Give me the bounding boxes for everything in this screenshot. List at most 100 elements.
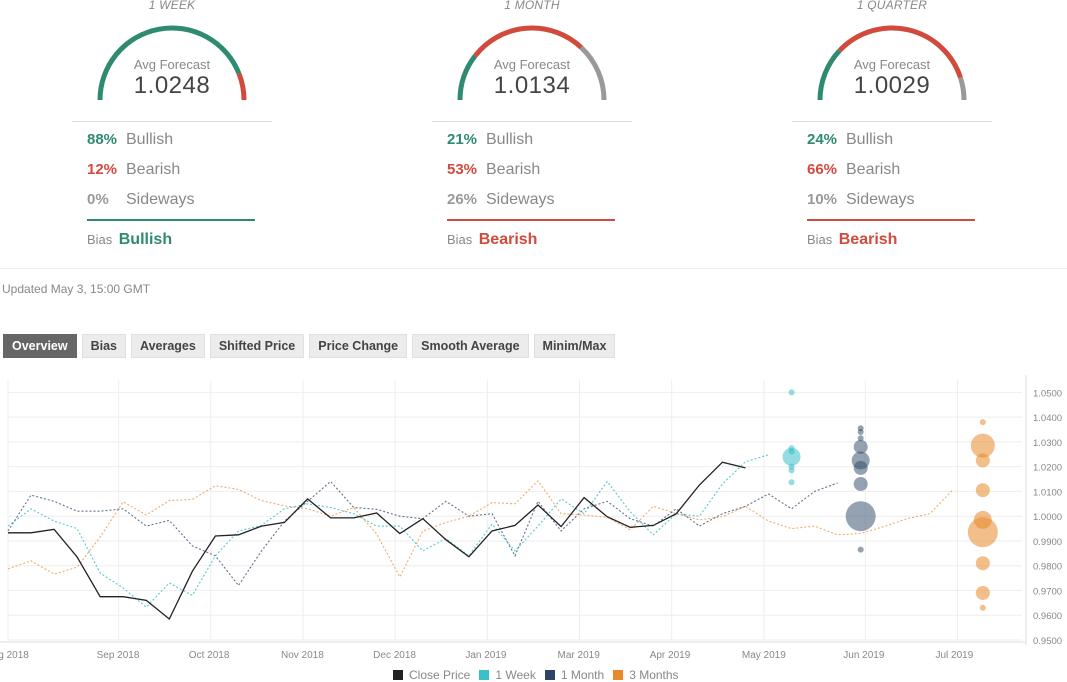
legend-label: 1 Month (560, 668, 605, 682)
forecast-bubble[interactable] (788, 479, 795, 486)
tab-smooth-average[interactable]: Smooth Average (412, 334, 529, 358)
x-tick-label: Jul 2019 (935, 650, 973, 661)
legend-label: 3 Months (629, 668, 679, 682)
x-tick-label: Aug 2018 (0, 650, 29, 661)
bias-value: Bearish (478, 231, 538, 248)
legend-item-3-months[interactable]: 3 Months (613, 668, 679, 682)
bias-indicator: Bias Bearish (807, 231, 897, 249)
forecast-bubble[interactable] (853, 477, 868, 491)
forecast-bubble[interactable] (975, 585, 990, 600)
bubbles-3-months (967, 419, 998, 611)
bullish-stat: 21% Bullish (447, 131, 533, 151)
bias-value: Bullish (118, 231, 173, 248)
legend-item-1-month[interactable]: 1 Month (544, 668, 605, 682)
bullish-pct: 88% (87, 131, 118, 148)
bearish-label: Bearish (126, 161, 181, 178)
chart-legend: Close Price 1 Week 1 Month 3 Months (393, 668, 679, 682)
x-tick-label: Jun 2019 (843, 650, 885, 661)
forecast-bubble[interactable] (975, 483, 990, 498)
sideways-label: Sideways (486, 191, 555, 208)
x-tick-label: Nov 2018 (281, 650, 324, 661)
bullish-label: Bullish (486, 131, 534, 148)
bubbles-1-week (782, 389, 801, 486)
bearish-stat: 53% Bearish (447, 161, 540, 181)
tab-minim-max[interactable]: Minim/Max (533, 334, 616, 358)
x-tick-label: Oct 2018 (189, 650, 230, 661)
bullish-stat: 24% Bullish (807, 131, 893, 151)
legend-swatch (613, 670, 624, 680)
legend-item-1-week[interactable]: 1 Week (479, 668, 536, 682)
gauge-title: 1 MONTH (504, 0, 560, 12)
sideways-pct: 0% (87, 191, 109, 208)
avg-forecast-label: Avg Forecast (133, 57, 211, 72)
bullish-stat: 88% Bullish (87, 131, 173, 151)
bearish-stat: 66% Bearish (807, 161, 900, 181)
forecast-bubble[interactable] (788, 467, 795, 474)
avg-forecast-value: 1.0029 (853, 72, 931, 99)
series-line-3-months (7, 479, 954, 579)
series-line-1-week (7, 454, 769, 608)
bubbles-1-month (845, 425, 876, 553)
bias-label: Bias (87, 232, 113, 247)
bias-value: Bearish (838, 231, 898, 248)
divider (792, 121, 992, 122)
y-tick-label: 1.0200 (1033, 463, 1062, 474)
forecast-bubble[interactable] (782, 447, 801, 466)
sideways-label: Sideways (846, 191, 915, 208)
tab-price-change[interactable]: Price Change (309, 334, 408, 358)
forecast-bubble[interactable] (975, 453, 990, 468)
x-tick-label: Apr 2019 (650, 650, 691, 661)
bias-indicator: Bias Bearish (447, 231, 537, 249)
bullish-label: Bullish (846, 131, 894, 148)
sideways-pct: 10% (807, 191, 838, 208)
y-tick-label: 1.0300 (1033, 438, 1062, 449)
section-divider (0, 268, 1067, 269)
tab-shifted-price[interactable]: Shifted Price (209, 334, 305, 358)
legend-item-close-price[interactable]: Close Price (393, 668, 470, 682)
y-tick-label: 0.9800 (1033, 562, 1062, 573)
chart-tabs: Overview Bias Averages Shifted Price Pri… (3, 334, 616, 358)
tab-bias[interactable]: Bias (81, 334, 126, 358)
sideways-stat: 0% Sideways (87, 191, 194, 211)
y-tick-label: 1.0100 (1033, 487, 1062, 498)
bearish-label: Bearish (846, 161, 901, 178)
gauge-segment-bearish (473, 25, 583, 58)
y-tick-label: 0.9700 (1033, 586, 1062, 597)
bearish-stat: 12% Bearish (87, 161, 180, 181)
x-tick-label: Jan 2019 (465, 650, 507, 661)
bias-line (447, 219, 615, 221)
avg-forecast-label: Avg Forecast (853, 57, 931, 72)
x-tick-label: Dec 2018 (373, 650, 416, 661)
y-tick-label: 0.9500 (1033, 636, 1062, 647)
bias-indicator: Bias Bullish (87, 231, 172, 249)
y-tick-label: 0.9600 (1033, 611, 1062, 622)
forecast-bubble[interactable] (979, 419, 986, 426)
forecast-bubble[interactable] (967, 517, 998, 548)
y-tick-label: 1.0000 (1033, 512, 1062, 523)
tab-averages[interactable]: Averages (131, 334, 205, 358)
bullish-label: Bullish (126, 131, 174, 148)
sideways-stat: 10% Sideways (807, 191, 914, 211)
divider (72, 121, 272, 122)
forecast-bubble[interactable] (857, 546, 864, 553)
forecast-bubble[interactable] (975, 556, 990, 571)
forecast-bubble[interactable] (979, 604, 986, 611)
y-tick-label: 0.9900 (1033, 537, 1062, 548)
avg-forecast-value: 1.0248 (133, 72, 211, 99)
bias-label: Bias (807, 232, 833, 247)
forecast-bubble[interactable] (788, 389, 795, 396)
gauge-title: 1 QUARTER (856, 0, 928, 12)
forecast-bubble[interactable] (857, 429, 864, 435)
gauge-title: 1 WEEK (148, 0, 196, 12)
forecast-bubble[interactable] (853, 460, 868, 475)
bullish-pct: 21% (447, 131, 478, 148)
bearish-pct: 53% (447, 161, 478, 178)
forecast-bubble[interactable] (845, 501, 876, 532)
tab-overview[interactable]: Overview (3, 334, 77, 358)
legend-label: Close Price (409, 668, 471, 682)
bias-line (87, 219, 255, 221)
updated-timestamp: Updated May 3, 15:00 GMT (2, 282, 151, 296)
y-tick-label: 1.0500 (1033, 388, 1062, 399)
legend-swatch (393, 670, 403, 680)
sideways-pct: 26% (447, 191, 478, 208)
